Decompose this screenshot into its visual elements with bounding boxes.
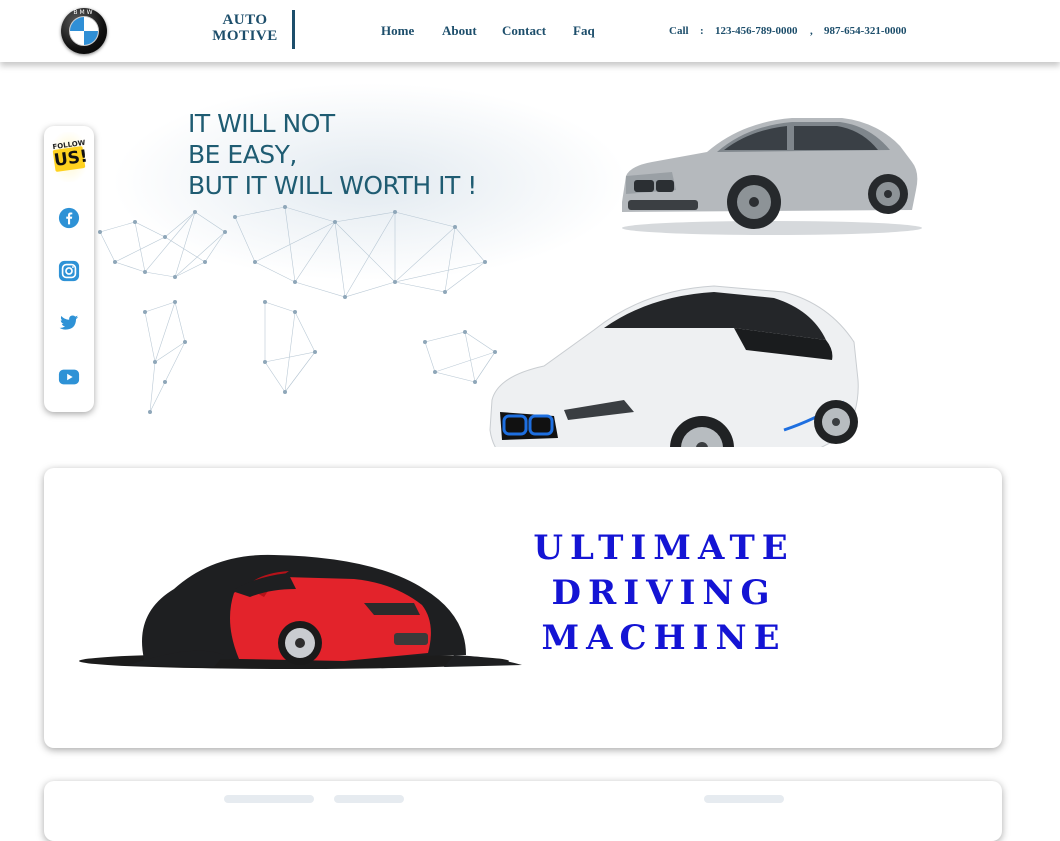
feature-card: ULTIMATE DRIVING MACHINE: [44, 468, 1002, 748]
instagram-icon[interactable]: [58, 260, 80, 282]
nav-contact[interactable]: Contact: [502, 23, 546, 39]
slogan-line-3: MACHINE: [541, 618, 787, 658]
faint-graphic: [334, 795, 404, 803]
world-map-network-graphic: [98, 205, 497, 414]
follow-big-text: US!: [52, 146, 90, 172]
headline-line-2: BE EASY,: [188, 140, 297, 169]
site-header: BMW AUTO MOTIVE Home About Contact Faq C…: [0, 0, 1060, 62]
slogan-line-2: DRIVING: [551, 573, 777, 613]
hero-headline: IT WILL NOT BE EASY, BUT IT WILL WORTH I…: [188, 108, 608, 201]
slogan: ULTIMATE DRIVING MACHINE: [514, 526, 814, 661]
call-colon: :: [700, 25, 704, 37]
headline-line-3: BUT IT WILL WORTH IT !: [188, 171, 477, 200]
hero-section: IT WILL NOT BE EASY, BUT IT WILL WORTH I…: [0, 62, 1060, 447]
brand-name: AUTO MOTIVE: [210, 12, 280, 44]
white-sports-car-image: [489, 285, 859, 447]
next-section-card: [44, 781, 1002, 841]
faint-graphic: [224, 795, 314, 803]
nav-about[interactable]: About: [442, 23, 477, 39]
logo-lettering: BMW: [73, 9, 95, 16]
phone-number-2[interactable]: 987-654-321-0000: [824, 25, 907, 37]
brand-divider: [292, 10, 295, 49]
phone-separator: ,: [810, 25, 813, 37]
brand-line-1: AUTO: [222, 12, 268, 28]
bmw-logo[interactable]: BMW: [61, 8, 107, 54]
faint-graphic: [704, 795, 784, 803]
follow-us-sidebar: FOLLOW US!: [44, 126, 94, 412]
headline-line-1: IT WILL NOT: [188, 109, 335, 138]
call-label: Call: [669, 25, 689, 37]
slogan-line-1: ULTIMATE: [533, 528, 795, 568]
youtube-icon[interactable]: [58, 366, 80, 388]
facebook-icon[interactable]: [58, 207, 80, 229]
follow-us-badge: FOLLOW US!: [50, 132, 90, 182]
nav-faq[interactable]: Faq: [573, 23, 595, 39]
silver-sedan-image: [622, 118, 922, 235]
phone-number-1[interactable]: 123-456-789-0000: [715, 25, 798, 37]
logo-roundel: [69, 16, 99, 46]
covered-red-car-image: [79, 554, 522, 669]
nav-home[interactable]: Home: [381, 23, 414, 39]
brand-line-2: MOTIVE: [212, 28, 278, 44]
twitter-icon[interactable]: [58, 312, 80, 334]
